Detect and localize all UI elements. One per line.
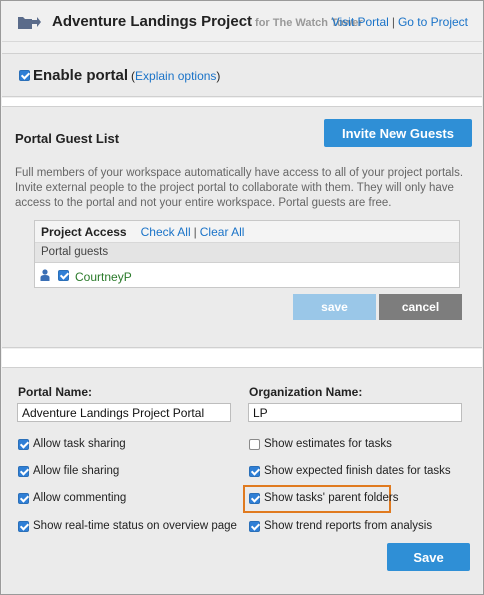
show-expected-finish-checkbox[interactable]: [249, 465, 260, 477]
option-allow-commenting[interactable]: Allow commenting: [18, 492, 126, 504]
enable-portal-label: Enable portal: [33, 67, 129, 84]
portal-guests-group-label: Portal guests: [35, 243, 459, 263]
show-trend-reports-checkbox[interactable]: [249, 520, 260, 532]
allow-file-sharing-checkbox[interactable]: [18, 465, 29, 477]
go-to-project-link[interactable]: Go to Project: [398, 15, 468, 29]
header: Adventure Landings Project for The Watch …: [2, 2, 482, 42]
guest-checkbox[interactable]: [58, 269, 69, 281]
allow-task-sharing-label: Allow task sharing: [33, 438, 126, 450]
option-show-trend-reports[interactable]: Show trend reports from analysis: [249, 520, 432, 532]
portal-guest-list-title: Portal Guest List: [15, 131, 120, 146]
check-all-link[interactable]: Check All: [141, 225, 191, 239]
organization-name-label: Organization Name:: [249, 385, 363, 399]
option-show-realtime-status[interactable]: Show real-time status on overview page: [18, 520, 237, 532]
guest-list-description: Full members of your workspace automatic…: [15, 167, 464, 209]
allow-task-sharing-checkbox[interactable]: [18, 438, 29, 450]
show-parent-folders-label: Show tasks' parent folders: [264, 492, 399, 504]
paren-close: ): [216, 68, 221, 83]
option-show-parent-folders[interactable]: Show tasks' parent folders: [249, 492, 399, 504]
guest-name: CourtneyP: [75, 270, 132, 284]
section-gap-2: [2, 349, 482, 367]
check-clear-separator: |: [193, 224, 197, 239]
option-allow-task-sharing[interactable]: Allow task sharing: [18, 438, 126, 450]
project-title: Adventure Landings Project for The Watch …: [52, 13, 363, 30]
explain-options-link[interactable]: Explain options: [135, 69, 216, 83]
show-trend-reports-label: Show trend reports from analysis: [264, 520, 433, 532]
organization-name-input[interactable]: [248, 403, 462, 422]
option-show-expected-finish[interactable]: Show expected finish dates for tasks: [249, 465, 451, 477]
header-links: Visit Portal | Go to Project: [332, 15, 468, 29]
enable-portal-checkbox[interactable]: [19, 70, 30, 81]
show-realtime-status-label: Show real-time status on overview page: [33, 520, 237, 532]
project-access-header: Project Access Check All | Clear All: [35, 221, 459, 243]
portal-settings-panel: Adventure Landings Project for The Watch …: [0, 0, 484, 595]
allow-file-sharing-label: Allow file sharing: [33, 465, 120, 477]
show-estimates-label: Show estimates for tasks: [264, 438, 392, 450]
show-parent-folders-checkbox[interactable]: [249, 492, 260, 504]
allow-commenting-label: Allow commenting: [33, 492, 127, 504]
option-allow-file-sharing[interactable]: Allow file sharing: [18, 465, 119, 477]
enable-portal-row: Enable portal (Explain options): [19, 67, 220, 84]
folder-arrow-icon: [18, 17, 41, 29]
explain-options-wrapper: (Explain options): [131, 69, 220, 83]
save-button[interactable]: Save: [387, 543, 470, 571]
project-access-table: Project Access Check All | Clear All Por…: [34, 220, 460, 288]
header-link-separator: |: [391, 15, 395, 29]
guest-cancel-button[interactable]: cancel: [379, 294, 462, 320]
enable-portal-section: Enable portal (Explain options): [2, 53, 482, 97]
show-expected-finish-label: Show expected finish dates for tasks: [264, 465, 451, 477]
option-show-estimates[interactable]: Show estimates for tasks: [249, 438, 392, 450]
user-icon: [40, 269, 50, 281]
project-title-text: Adventure Landings Project: [52, 13, 253, 30]
portal-name-label: Portal Name:: [18, 385, 93, 399]
show-realtime-status-checkbox[interactable]: [18, 520, 29, 532]
visit-portal-link[interactable]: Visit Portal: [332, 15, 389, 29]
invite-new-guests-button[interactable]: Invite New Guests: [324, 119, 472, 147]
guest-save-button[interactable]: save: [293, 294, 376, 320]
portal-name-input[interactable]: [17, 403, 231, 422]
section-gap: [2, 98, 482, 106]
guest-row: CourtneyP: [35, 264, 459, 286]
project-access-title: Project Access: [41, 224, 127, 239]
show-estimates-checkbox[interactable]: [249, 438, 260, 450]
portal-guest-list-section: Portal Guest List Invite New Guests Full…: [2, 106, 482, 348]
clear-all-link[interactable]: Clear All: [200, 225, 245, 239]
allow-commenting-checkbox[interactable]: [18, 492, 29, 504]
